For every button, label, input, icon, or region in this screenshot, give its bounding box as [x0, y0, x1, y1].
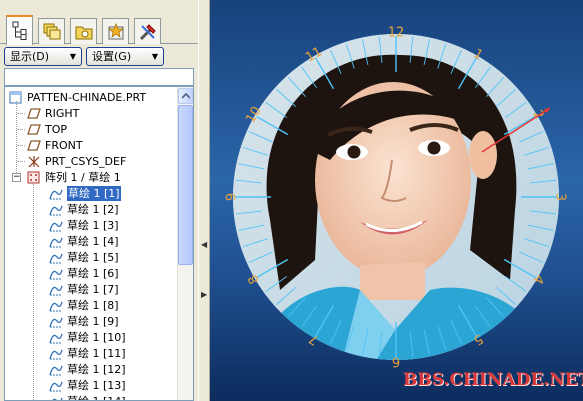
layers-tab[interactable]: [38, 18, 65, 44]
tree-item-sketch-label: 草绘 1 [7]: [67, 283, 119, 296]
model-tree: PATTEN-CHINADE.PRT RIGHT TOP FRONT PRT_CSYS_…: [4, 86, 194, 401]
clock-number: 12: [388, 26, 405, 41]
favorites-icon: [107, 23, 125, 40]
tree-item-sketch-label: 草绘 1 [14]: [67, 394, 126, 400]
sketch-icon: [49, 187, 63, 200]
tree-item-sketch-label: 草绘 1 [10]: [67, 331, 126, 344]
folder-icon: [75, 26, 93, 40]
sketch-icon: [49, 203, 63, 216]
tree-guide-line: [17, 129, 25, 130]
coordinate-system-icon: [27, 155, 41, 168]
datum-plane-icon: [27, 107, 41, 120]
pattern-icon: [27, 171, 41, 184]
model-view: 123456789101112: [225, 26, 568, 369]
show-menu-label: 显示(D): [10, 50, 50, 63]
show-menu-button[interactable]: 显示(D) ▼: [4, 47, 82, 66]
watermark-text: BBS.CHINADE.NET: [403, 370, 583, 390]
tree-item-right-label: RIGHT: [45, 107, 80, 120]
model-tree-content: PATTEN-CHINADE.PRT RIGHT TOP FRONT PRT_CSYS_…: [5, 87, 179, 400]
tree-guide-line: [33, 184, 34, 400]
tree-item-pattern-label: 阵列 1 / 草绘 1: [45, 171, 121, 184]
tree-item-sketch-label: 草绘 1 [4]: [67, 235, 119, 248]
scroll-up-button[interactable]: [178, 88, 193, 104]
clock-face-disc: 123456789101112: [225, 26, 568, 369]
model-tree-icon: [12, 21, 27, 40]
sketch-icon: [49, 219, 63, 232]
datum-plane-icon: [27, 139, 41, 152]
tools-tab[interactable]: [134, 18, 161, 44]
clock-number: 6: [392, 354, 400, 369]
tree-item-sketch-label: 草绘 1 [8]: [67, 299, 119, 312]
chevron-down-icon: ▼: [151, 52, 158, 61]
tree-item-prt-csys-def-label: PRT_CSYS_DEF: [45, 155, 127, 168]
sketch-icon: [49, 379, 63, 392]
tree-item-sketch-label: 草绘 1 [12]: [67, 363, 126, 376]
tree-item-sketch-label: 草绘 1 [5]: [67, 251, 119, 264]
tree-item-sketch-label: 草绘 1 [3]: [67, 219, 119, 232]
tree-item-sketch-label: 草绘 1 [6]: [67, 267, 119, 280]
tree-guide-line: [17, 113, 25, 114]
scroll-thumb[interactable]: [178, 105, 193, 265]
graphics-window[interactable]: 123456789101112 BBS.CHINADE.NET: [210, 0, 583, 401]
tree-item-front-label: FRONT: [45, 139, 83, 152]
folder-browser-tab[interactable]: [70, 18, 97, 44]
expand-right-icon[interactable]: ▶: [201, 290, 207, 299]
sketch-icon: [49, 235, 63, 248]
navigator-tab-strip: [0, 0, 198, 45]
collapse-left-icon[interactable]: ◀: [201, 240, 207, 249]
portrait-photo: [233, 34, 559, 360]
sketch-icon: [49, 331, 63, 344]
tree-guide-line: [17, 161, 25, 162]
tree-item-sketch-label: 草绘 1 [1]: [67, 186, 121, 201]
datum-plane-icon: [27, 123, 41, 136]
tree-guide-line: [17, 145, 25, 146]
tools-icon: [139, 24, 156, 41]
tree-item-sketch-label: 草绘 1 [11]: [67, 347, 126, 360]
tree-filter-field[interactable]: [4, 68, 194, 86]
favorites-tab[interactable]: [102, 18, 129, 44]
collapse-node-icon[interactable]: −: [12, 173, 21, 182]
sketch-icon: [49, 251, 63, 264]
chevron-up-icon: [182, 93, 190, 99]
sketch-icon: [49, 299, 63, 312]
sketch-icon: [49, 283, 63, 296]
tree-item-sketch-label: 草绘 1 [13]: [67, 379, 126, 392]
tree-guide-line: [16, 101, 17, 173]
navigator-toolbar: 显示(D) ▼ 设置(G) ▼: [4, 47, 166, 67]
tree-item-sketch-label: 草绘 1 [2]: [67, 203, 119, 216]
clock-number: 9: [225, 193, 240, 201]
clock-number: 3: [553, 193, 568, 201]
tree-root-part-label: PATTEN-CHINADE.PRT: [27, 91, 147, 104]
sketch-icon: [49, 347, 63, 360]
sketch-icon: [49, 395, 63, 400]
tree-item-sketch-label: 草绘 1 [9]: [67, 315, 119, 328]
tree-vertical-scrollbar[interactable]: [177, 87, 193, 400]
chevron-down-icon: ▼: [69, 52, 76, 61]
navigator-panel: 显示(D) ▼ 设置(G) ▼ PATTEN-CHINADE.PRT RIGHT T…: [0, 0, 198, 401]
model-tree-tab[interactable]: [6, 15, 33, 45]
tree-item-top-label: TOP: [45, 123, 68, 136]
panel-splitter[interactable]: ◀ ▶: [198, 0, 210, 401]
settings-menu-label: 设置(G): [92, 50, 132, 63]
sketch-icon: [49, 267, 63, 280]
sketch-icon: [49, 315, 63, 328]
sketch-icon: [49, 363, 63, 376]
settings-menu-button[interactable]: 设置(G) ▼: [86, 47, 164, 66]
layers-icon: [43, 23, 61, 40]
